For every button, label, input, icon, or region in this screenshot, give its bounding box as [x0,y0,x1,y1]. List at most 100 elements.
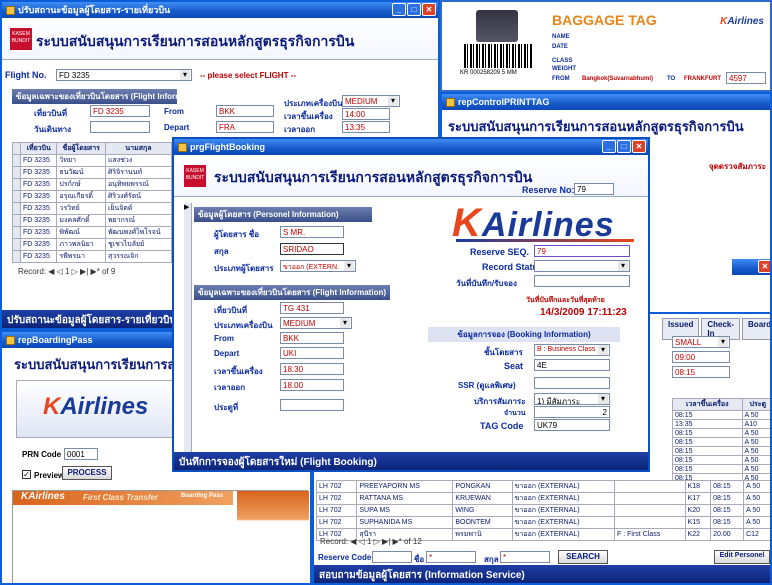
preview-checkbox[interactable]: ✓ [22,470,31,479]
prn-code-input[interactable]: 0001 [64,448,98,460]
row-selector[interactable] [12,190,21,203]
row-selector[interactable] [12,226,21,239]
row-selector[interactable] [12,250,21,263]
row-selector [12,142,21,155]
cell-seat: K22 [684,528,712,541]
row-selector[interactable] [12,202,21,215]
edit-personel-button[interactable]: Edit Personel [714,550,770,564]
depart-field[interactable]: FRA [216,121,274,133]
inner-title-bar[interactable]: ✕ [732,259,770,275]
cell-gate: A 50 [741,410,770,420]
count-label: จำนวน [504,410,526,417]
tag-from-value: Bangkok(Suvarnabhumi) [582,76,654,82]
record-navigator[interactable]: Record: ◀ ◁ 1 ▷ ▶| ▶* of 12 [320,537,422,546]
row-selector[interactable] [12,238,21,251]
cell-time: 08:15 [710,480,745,493]
table-row[interactable]: 08:15 A 50 [672,464,770,474]
table-row[interactable]: 08:15 A 50 [672,446,770,456]
minimize-button[interactable]: _ [392,3,406,16]
table-row[interactable]: LH 702 RATTANA MS KRUEWAN ขาออก (EXTERNAL) K… [315,492,770,505]
table-row[interactable]: FD 3235 วิทยา แสงช่วง [12,154,173,167]
record-status-select[interactable] [534,260,630,272]
class-select[interactable]: B : Business Class [534,344,610,356]
tag-code-field[interactable]: UK79 [534,419,610,431]
row-selector[interactable] [12,166,21,179]
cell-n: PREEYAPORN MS [356,480,454,493]
time-field-1[interactable]: 09:00 [672,351,730,363]
table-row[interactable]: FD 3235 มงคลศักดิ์ พยากรณ์ [12,214,173,227]
table-row[interactable]: 08:15 A 50 [672,437,770,447]
maximize-button[interactable]: □ [407,3,421,16]
table-row[interactable]: FD 3235 อรุณเกียรติ์ ศิริวงศ์รัตน์ [12,190,173,203]
table-row[interactable]: FD 3235 ปรก์กษ์ อนุทิพยพรรณ์ [12,178,173,191]
from-field[interactable]: BKK [216,105,274,117]
cell-name: รพีพรนา [56,250,106,263]
record-selector[interactable]: ▶ [184,203,192,470]
col-name: ชื่อผู้โดยสาร [56,142,106,155]
count-field[interactable]: 2 [534,406,610,418]
title-bar[interactable]: prgFlightBooking _ □ ✕ [174,139,648,155]
passenger-name-field[interactable]: S MR. [280,226,344,238]
table-row[interactable]: FD 3235 วรวิทย์ เย็นจิตต์ [12,202,173,215]
minimize-button[interactable]: _ [602,140,616,153]
kasem-logo: KASEM BUNDIT [10,28,32,50]
passenger-name-label: ผู้โดยสาร ชื่อ [214,230,259,239]
row-selector[interactable] [12,178,21,191]
title-bar[interactable]: ปรับสถานะข้อมูลผู้โดยสาร-รายเที่ยวบิน _ □… [2,2,438,18]
passenger-type-select[interactable]: ขาออก (EXTERN. [280,260,356,272]
reserve-code-input[interactable] [372,551,412,563]
row-selector[interactable] [12,214,21,227]
table-row[interactable]: LH 702 PREEYAPORN MS PONGKAN ขาออก (EXTERNA… [315,480,770,493]
aircraft-select[interactable]: MEDIUM [342,95,400,107]
time-gate-table: เวลาขึ้นเครื่อง ประตู 08:15 A 50 13:35 A10 08… [672,398,770,483]
table-row[interactable]: FD 3235 ภาวพลนิยา ชูเชวไบลัยย์ [12,238,173,251]
table-row[interactable]: 08:15 A 50 [672,428,770,438]
close-button[interactable]: ✕ [632,140,646,153]
table-row[interactable]: 13:35 A10 [672,419,770,429]
depart-field[interactable]: UKI [280,347,344,359]
cell-t: ขาออก (EXTERNAL) [511,504,616,517]
flight-booking-window: prgFlightBooking _ □ ✕ KASEM BUNDIT ระบบสนั… [172,137,650,472]
boarding-time-field[interactable]: 18.30 [280,363,344,375]
table-row[interactable]: LH 702 SUPHANIDA MS BOONTEM ขาออก (EXTERNAL… [315,516,770,529]
gate-field[interactable] [280,399,344,411]
cell-name: ภาวพลนิยา [56,238,106,251]
record-navigator[interactable]: Record: ◀ ◁ 1 ▷ ▶| ▶* of 9 [18,267,115,276]
cell-time: 08:15 [672,464,743,474]
flight-no-field[interactable]: TG 431 [280,302,344,314]
close-button[interactable]: ✕ [422,3,436,16]
name-input[interactable]: * [426,551,476,563]
table-row[interactable]: 08:15 A 50 [672,455,770,465]
table-row[interactable]: LH 702 SUPA MS WING ขาออก (EXTERNAL) K20 08:1… [315,504,770,517]
out-time-field[interactable]: 18.00 [280,379,344,391]
size-select[interactable]: SMALL [672,336,730,348]
cell-flight: FD 3235 [19,178,58,191]
flight-field[interactable]: FD 3235 [90,105,150,117]
row-selector[interactable] [12,154,21,167]
ssr-field[interactable] [534,377,610,389]
close-button[interactable]: ✕ [758,260,770,273]
table-row[interactable]: FD 3235 พิพัฒน์ พัฒนพงศ์ไพโรจน์ [12,226,173,239]
from-field[interactable]: BKK [280,332,344,344]
time-field-2[interactable]: 08:15 [672,366,730,378]
depart-label: Depart [214,349,240,358]
table-row[interactable]: 08:15 A 50 [672,410,770,420]
passenger-surname-field[interactable]: SRIDAO [280,243,344,255]
boarding-time-field[interactable]: 14:00 [342,108,390,120]
aircraft-type-select[interactable]: MEDIUM [280,317,352,329]
table-row[interactable]: FD 3235 ธนวัฒน์ ศิริจิรานนท์ [12,166,173,179]
flight-no-select[interactable]: FD 3235 [56,69,192,81]
table-row[interactable]: FD 3235 รพีพรนา สุวรรณจิก [12,250,173,263]
baggage-service-select[interactable]: 1) มีสัมภาระ [534,393,610,405]
date-caption: วันที่บันทึกและวันที่สุดท้าย [526,297,605,304]
exit-time-field[interactable]: 13:35 [342,121,390,133]
date-field[interactable] [90,121,150,133]
surname-input[interactable]: * [500,551,550,563]
search-button[interactable]: SEARCH [558,550,608,564]
booking-info-section: ข้อมูลการจอง (Booking Information) [428,327,620,342]
title-bar[interactable]: repControlPRINTTAG [442,94,770,110]
seat-field[interactable]: 4E [534,359,610,371]
process-button[interactable]: PROCESS [62,466,112,480]
tab-boarding[interactable]: Boarding [742,318,770,340]
maximize-button[interactable]: □ [617,140,631,153]
